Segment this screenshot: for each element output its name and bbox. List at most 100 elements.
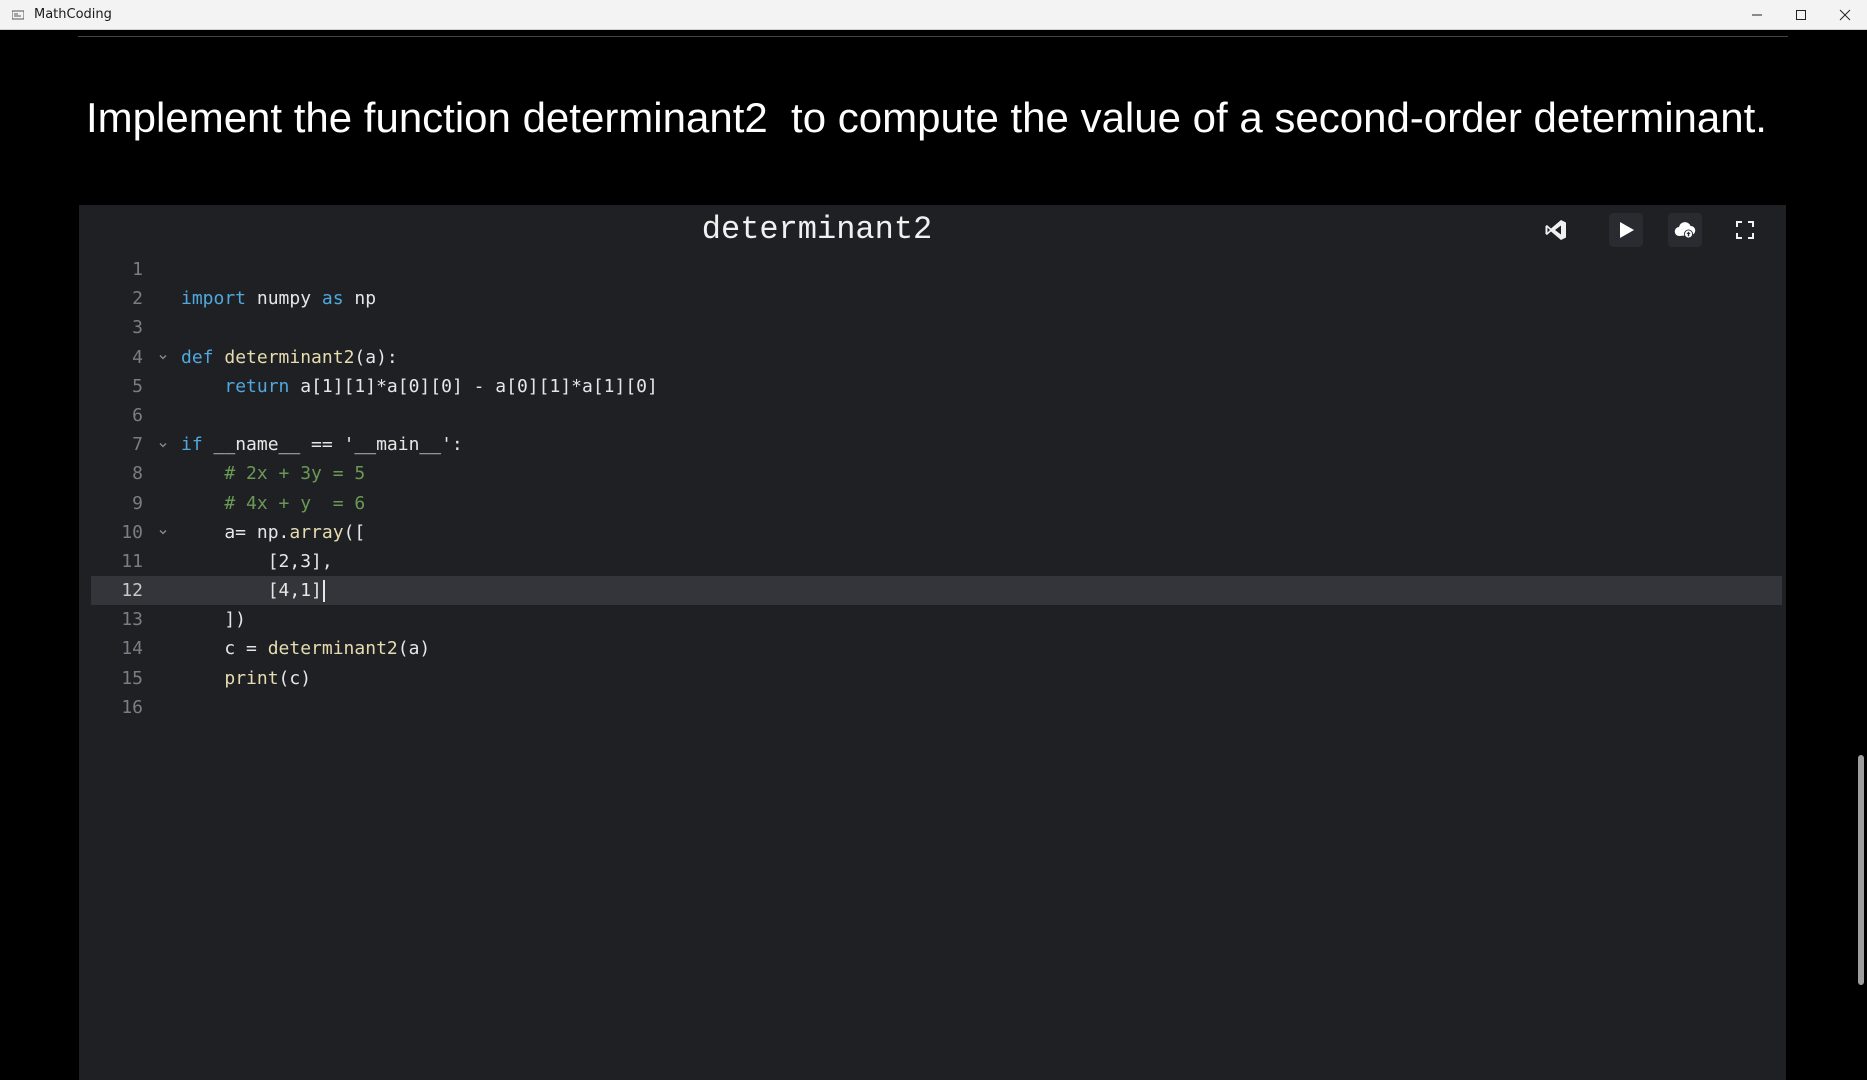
code-token: (c): [278, 667, 312, 689]
code-token: determinant2: [267, 638, 398, 660]
code-text: print(c): [181, 664, 311, 693]
line-number: 9: [132, 492, 143, 514]
minimize-button[interactable]: [1735, 0, 1779, 30]
editor-header: determinant2: [79, 205, 1786, 255]
code-line[interactable]: 10 a= np.array([: [79, 518, 1786, 547]
code-token: a= np.: [181, 521, 290, 543]
fold-chevron-icon[interactable]: [153, 518, 173, 547]
code-line[interactable]: 16: [79, 693, 1786, 722]
window-scrollbar[interactable]: [1858, 755, 1864, 985]
code-token: np: [343, 288, 377, 310]
line-number: 15: [121, 667, 143, 689]
line-number: 6: [132, 404, 143, 426]
line-number: 13: [121, 609, 143, 631]
code-token: __name__ == '__main__':: [202, 434, 463, 456]
code-token: ]): [181, 609, 247, 631]
code-line[interactable]: 6: [79, 401, 1786, 430]
code-token: ([: [343, 521, 366, 543]
maximize-button[interactable]: [1779, 0, 1823, 30]
code-token: as: [321, 288, 344, 310]
app-icon: [10, 7, 26, 23]
line-number: 8: [132, 463, 143, 485]
code-token: if: [181, 434, 203, 456]
code-text: if __name__ == '__main__':: [181, 430, 463, 459]
code-line[interactable]: 2 import numpy as np: [79, 284, 1786, 313]
line-number: 12: [121, 580, 143, 602]
code-text: [2,3],: [181, 547, 333, 576]
open-in-vscode-button[interactable]: [1539, 213, 1573, 247]
code-line[interactable]: 4 def determinant2(a):: [79, 343, 1786, 372]
code-line[interactable]: 11 [2,3],: [79, 547, 1786, 576]
code-editor[interactable]: determinant2 1 2 import numpy as np 3 4 …: [79, 205, 1786, 1080]
cloud-upload-icon: [1674, 222, 1696, 239]
line-number: 4: [132, 346, 143, 368]
code-line[interactable]: 5 return a[1][1]*a[0][0] - a[0][1]*a[1][…: [79, 372, 1786, 401]
code-token: (a):: [354, 346, 398, 368]
question-text: Implement the function determinant2 to c…: [86, 94, 1767, 141]
code-token: def: [181, 346, 214, 368]
code-token: a[1][1]*a[0][0] - a[0][1]*a[1][0]: [289, 375, 658, 397]
fold-chevron-icon[interactable]: [153, 343, 173, 372]
code-text: # 4x + y = 6: [181, 489, 365, 518]
line-number: 1: [132, 259, 143, 280]
close-button[interactable]: [1823, 0, 1867, 30]
line-number: 10: [121, 521, 143, 543]
fullscreen-icon: [1736, 221, 1754, 239]
code-token: numpy: [246, 288, 322, 310]
window-title: MathCoding: [34, 7, 112, 22]
code-text: import numpy as np: [181, 284, 376, 313]
line-number: 7: [132, 434, 143, 456]
code-text: [4,1]: [181, 576, 325, 605]
code-token: # 4x + y = 6: [224, 492, 366, 514]
code-text: c = determinant2(a): [181, 634, 430, 663]
code-line[interactable]: 12 [4,1]: [91, 576, 1782, 606]
code-token: determinant2: [224, 346, 355, 368]
code-token: print: [224, 667, 279, 689]
code-text: return a[1][1]*a[0][0] - a[0][1]*a[1][0]: [181, 372, 658, 401]
code-token: c =: [181, 638, 268, 660]
code-text: a= np.array([: [181, 518, 365, 547]
code-line[interactable]: 15 print(c): [79, 664, 1786, 693]
submit-button[interactable]: [1668, 213, 1702, 247]
code-line[interactable]: 1: [79, 255, 1786, 284]
editor-title: determinant2: [701, 211, 933, 248]
line-number: 3: [132, 317, 143, 339]
code-token: return: [224, 375, 290, 397]
code-line[interactable]: 9 # 4x + y = 6: [79, 489, 1786, 518]
code-line[interactable]: 14 c = determinant2(a): [79, 634, 1786, 663]
code-area[interactable]: 1 2 import numpy as np 3 4 def determinant2(a…: [79, 255, 1786, 722]
code-line[interactable]: 7 if __name__ == '__main__':: [79, 430, 1786, 459]
window-controls: [1735, 0, 1867, 30]
code-line[interactable]: 3: [79, 313, 1786, 342]
vscode-icon: [1545, 220, 1566, 240]
fullscreen-button[interactable]: [1728, 213, 1762, 247]
run-button[interactable]: [1609, 213, 1643, 247]
line-number: 11: [121, 550, 143, 572]
fold-chevron-icon[interactable]: [153, 430, 173, 459]
line-number: 14: [121, 638, 143, 660]
close-icon: [1839, 9, 1851, 21]
text-cursor: [322, 580, 325, 603]
play-icon: [1620, 222, 1634, 238]
code-text: ]): [181, 605, 246, 634]
line-number: 2: [132, 288, 143, 310]
minimize-icon: [1752, 14, 1762, 16]
code-token: [2,3],: [181, 550, 333, 572]
window-titlebar: MathCoding: [0, 0, 1867, 30]
code-token: import: [181, 288, 247, 310]
code-line[interactable]: 8 # 2x + 3y = 5: [79, 459, 1786, 488]
code-text: # 2x + 3y = 5: [181, 459, 365, 488]
line-number: 16: [121, 696, 143, 718]
code-token: [4,1]: [181, 580, 322, 602]
code-token: array: [289, 521, 344, 543]
code-text: def determinant2(a):: [181, 343, 398, 372]
code-token: # 2x + 3y = 5: [224, 463, 366, 485]
top-divider: [78, 36, 1788, 37]
code-line[interactable]: 13 ]): [79, 605, 1786, 634]
maximize-icon: [1796, 10, 1806, 20]
